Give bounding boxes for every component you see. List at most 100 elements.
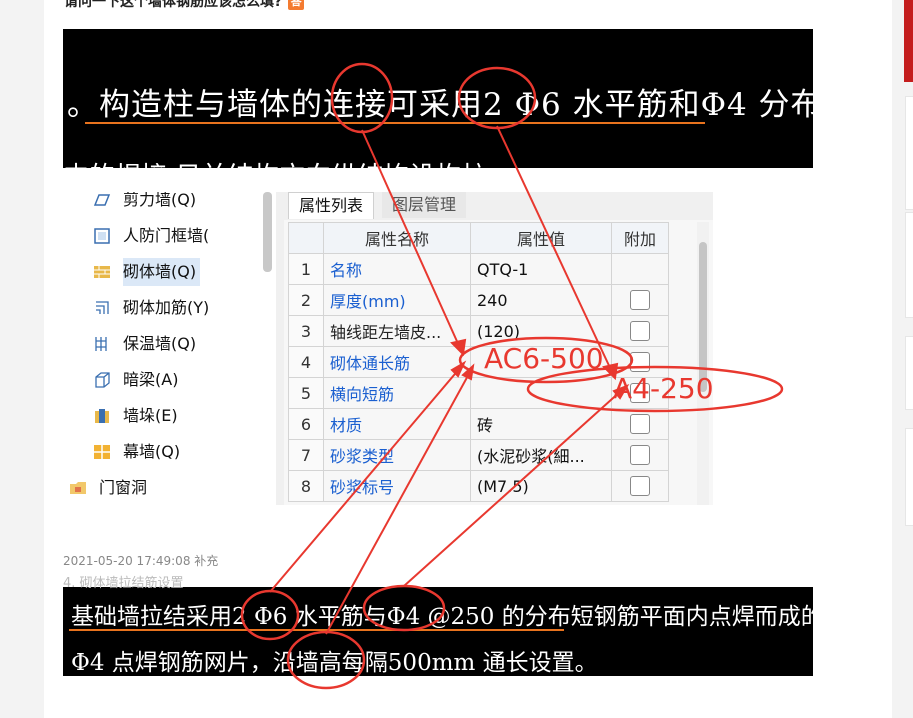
row-index: 8 [288,470,324,502]
table-header-row: 属性名称 属性值 附加 [288,222,669,254]
tree-item-hidden-beam[interactable]: 暗梁(A) [95,366,179,394]
row-index: 4 [288,346,324,378]
cad-top-line1: 。构造柱与墙体的连接可采用2 Φ6 水平筋和Φ4 分布短筋平面 [67,87,813,123]
property-name: 名称 [323,253,471,285]
extra-checkbox[interactable] [630,321,650,342]
annotation-a4-250: A4-250 [613,372,714,405]
table-row[interactable]: 7 砂浆类型 (水泥砂浆(細... [288,439,669,471]
property-name: 横向短筋 [323,377,471,409]
row-index: 5 [288,377,324,409]
col-property-name: 属性名称 [323,222,471,254]
panel-tabs: 属性列表 图层管理 [284,192,713,220]
tree-item-door-window[interactable]: 门窗洞 [70,474,148,502]
tree-item-insulation-wall[interactable]: 保温墙(Q) [95,330,197,358]
table-scrollbar-thumb[interactable] [699,242,707,392]
tree-item-label: 暗梁(A) [123,370,179,389]
property-name: 砂浆类型 [323,439,471,471]
tree-item-label: 门窗洞 [99,478,148,497]
tree-item-label: 保温墙(Q) [123,334,197,353]
question-title-text: 请问一下这个墙体钢筋应该怎么填? [64,0,283,10]
table-row[interactable]: 8 砂浆标号 (M7.5) [288,470,669,502]
masonry-rebar-icon [96,301,109,314]
splitter[interactable] [276,192,284,505]
property-value[interactable]: (水泥砂浆(細... [470,439,612,471]
tree-item-wall-pier[interactable]: 墙垛(E) [95,402,178,430]
row-index: 7 [288,439,324,471]
wall-pier-icon [95,409,109,423]
extra-checkbox[interactable] [630,445,650,466]
extra-checkbox[interactable] [630,352,650,373]
property-value[interactable]: 240 [470,284,612,316]
table-row[interactable]: 6 材质 砖 [288,408,669,440]
right-panel-box [905,212,913,318]
extra-cell [611,315,669,347]
extra-cell [611,470,669,502]
right-panel-box [905,96,913,210]
shear-wall-icon [93,194,111,206]
extra-checkbox[interactable] [630,414,650,435]
insulation-wall-icon [95,337,107,351]
col-extra: 附加 [611,222,669,254]
cad-top-underline [85,122,705,124]
table-row[interactable]: 1 名称 QTQ-1 [288,253,669,285]
tree-item-label: 砌体墙(Q) [123,262,197,281]
tree-item-masonry-rebar[interactable]: 砌体加筋(Y) [96,294,210,322]
tree-item-label: 墙垛(E) [123,406,178,425]
property-name: 厚度(mm) [323,284,471,316]
cad-image-top: 。构造柱与墙体的连接可采用2 Φ6 水平筋和Φ4 分布短筋平面 内的焊接 日并结… [63,29,813,168]
property-name: 材质 [323,408,471,440]
extra-cell [611,284,669,316]
tree-item-label: 幕墙(Q) [123,442,181,461]
row-index: 1 [288,253,324,285]
tab-property-list[interactable]: 属性列表 [288,192,375,219]
col-index [288,222,324,254]
tree-item-masonry-wall[interactable]: 砌体墙(Q) [94,258,201,286]
tree-item-curtain-wall[interactable]: 幕墙(Q) [94,438,181,466]
folder-icon [70,482,86,494]
row-index: 3 [288,315,324,347]
cad-bottom-caption: 4. 砌体墙拉结筋设置 [63,576,184,591]
cad-bottom-line2: Φ4 点焊钢筋网片，沿墙高每隔500mm 通长设置。 [71,650,598,676]
col-property-value: 属性值 [470,222,612,254]
table-row[interactable]: 3 轴线距左墙皮... (120) [288,315,669,347]
right-panel-box [905,428,913,526]
property-name: 轴线距左墙皮... [323,315,471,347]
tree-item-shear-wall[interactable]: 剪力墙(Q) [93,192,197,214]
property-value[interactable]: QTQ-1 [470,253,612,285]
table-row[interactable]: 4 砌体通长筋 [288,346,669,378]
row-index: 2 [288,284,324,316]
supplement-timestamp: 2021-05-20 17:49:08 补充 [63,554,219,568]
cad-bottom-line1: 基础墙拉结采用2 Φ6 水平筋与Φ4 @250 的分布短钢筋平面内点焊而成的钢筋… [71,604,813,630]
extra-checkbox[interactable] [630,290,650,311]
row-index: 6 [288,408,324,440]
property-value[interactable] [470,377,612,409]
tree-item-label: 砌体加筋(Y) [123,298,210,317]
extra-checkbox[interactable] [630,476,650,497]
tree-item-label: 剪力墙(Q) [123,192,197,209]
table-row[interactable]: 5 横向短筋 [288,377,669,409]
property-name: 砂浆标号 [323,470,471,502]
curtain-wall-icon [94,445,110,459]
tab-layer-manager[interactable]: 图层管理 [382,192,467,218]
right-red-banner[interactable] [904,0,913,82]
property-value[interactable]: 砖 [470,408,612,440]
table-scrollbar[interactable] [697,222,709,505]
tree-scrollbar[interactable] [263,192,272,272]
tree-item-civil-defense-door-wall[interactable]: 人防门框墙( [94,222,210,250]
extra-cell [611,408,669,440]
cad-image-bottom: 基础墙拉结采用2 Φ6 水平筋与Φ4 @250 的分布短钢筋平面内点焊而成的钢筋… [63,587,813,676]
property-value[interactable]: (M7.5) [470,470,612,502]
tree-item-label: 人防门框墙( [123,226,210,245]
table-row[interactable]: 2 厚度(mm) 240 [288,284,669,316]
annotation-ac6-500: AC6-500 [484,342,604,375]
door-frame-icon [94,228,110,244]
component-tree: 剪力墙(Q) 人防门框墙( 砌体墙(Q) 砌体加筋(Y) 保温墙(Q) 暗梁(A… [63,192,276,505]
extra-cell [611,253,669,285]
hidden-beam-icon [95,372,110,388]
right-panel-box [905,336,913,410]
question-title: 请问一下这个墙体钢筋应该怎么填? 答 [64,0,305,11]
brick-wall-icon [94,266,110,278]
cad-bottom-underline [69,629,564,631]
answer-badge-icon[interactable]: 答 [288,0,305,10]
property-name: 砌体通长筋 [323,346,471,378]
